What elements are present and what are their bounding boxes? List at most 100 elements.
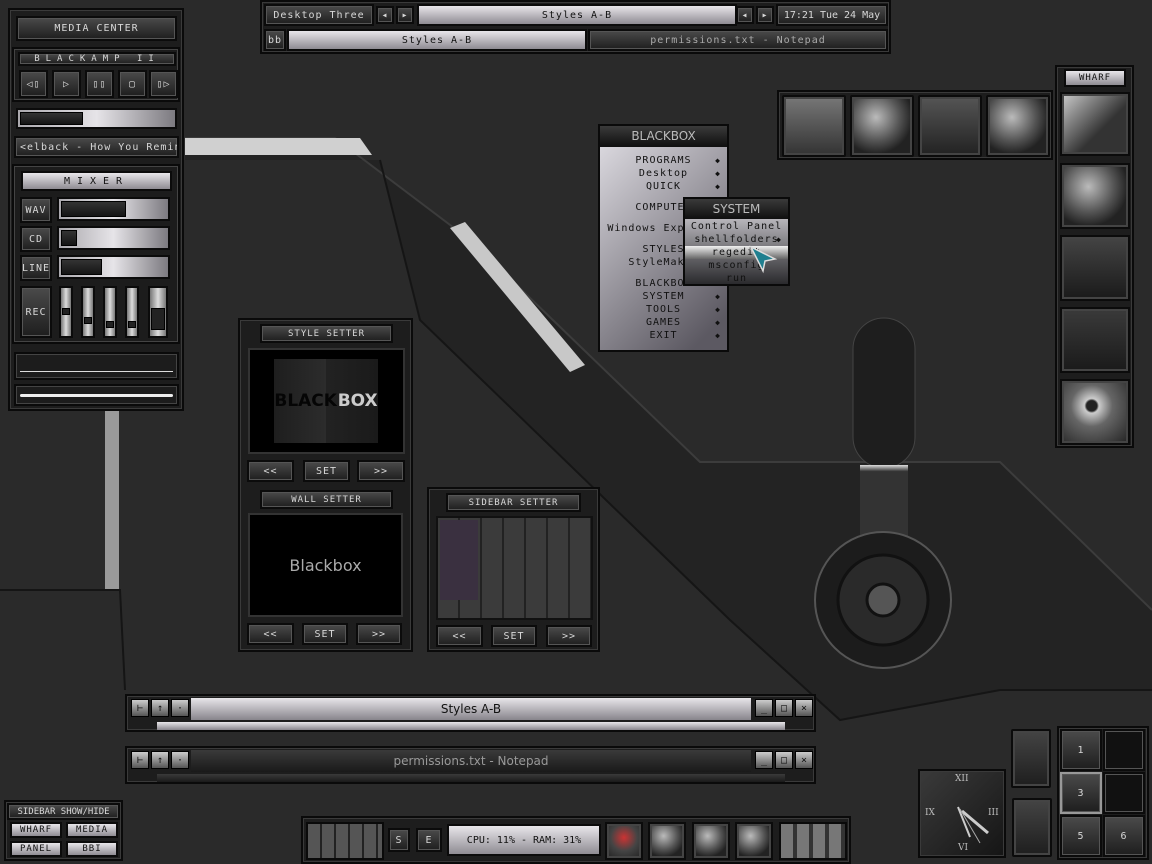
desktop-3[interactable]: 3 [1060,772,1102,814]
monitor-icon[interactable] [1060,92,1130,156]
menu-item-label: GAMES [645,317,682,328]
rec-slider[interactable] [148,286,168,338]
volume-bar[interactable] [14,384,179,406]
system-submenu: SYSTEM Control Panel shellfolders ◆ regedit… [683,197,790,286]
wall-prev-button[interactable]: << [247,623,294,645]
wharf: WHARF [1055,65,1134,448]
workspace-prev-icon[interactable]: ◂ [376,6,394,24]
panel-toggle-button[interactable]: PANEL [10,841,62,857]
document-pencil-icon[interactable] [782,95,846,157]
menu-item[interactable]: Desktop ◆ [600,167,727,180]
desktop-6[interactable]: 6 [1103,815,1145,857]
design-tools-icon[interactable] [1060,235,1130,301]
red-drive-icon[interactable] [605,822,643,860]
line-slider[interactable] [57,255,170,279]
window-menu-icon[interactable]: ⊢ [131,751,149,769]
wall-next-button[interactable]: >> [356,623,402,645]
disc-drive-icon[interactable] [1060,379,1130,445]
task-notepad[interactable]: permissions.txt - Notepad [588,29,888,51]
desktop-5[interactable]: 5 [1060,815,1102,857]
window-shade-icon[interactable]: ↑ [151,699,169,717]
sidebar-prev-button[interactable]: << [436,625,483,647]
wav-slider[interactable] [57,197,170,221]
stop-button[interactable]: ▢ [118,70,147,98]
recycle-bin-icon[interactable] [1011,729,1051,788]
s-button[interactable]: S [388,828,410,852]
workspace-label[interactable]: Desktop Three [264,4,374,26]
cd-icon[interactable] [986,95,1050,157]
gears-icon[interactable] [850,95,914,157]
menu-item-label: EXIT [649,330,678,341]
menu-item[interactable]: GAMES ◆ [600,316,727,329]
pause-button[interactable]: ▯▯ [85,70,114,98]
menu-item[interactable]: Control Panel [685,220,788,233]
desktop-4[interactable] [1103,772,1145,814]
maximize-icon[interactable]: □ [775,699,793,717]
menu-item[interactable]: QUICK ◆ [600,180,727,193]
drive-icon[interactable] [692,822,730,860]
minimize-icon[interactable]: _ [755,699,773,717]
window-menu-icon[interactable]: ⊢ [131,699,149,717]
maximize-icon[interactable]: □ [775,751,793,769]
window-shade-icon[interactable]: ↑ [151,751,169,769]
window-prev-icon[interactable]: ◂ [736,6,754,24]
style-prev-button[interactable]: << [247,460,294,482]
prev-button[interactable]: ◁▯ [19,70,48,98]
media-center-title[interactable]: MEDIA CENTER [16,16,177,41]
wharf-title[interactable]: WHARF [1064,69,1126,87]
window-stick-icon[interactable]: · [171,751,189,769]
globe-icon[interactable] [1060,163,1130,229]
wharf-toggle-button[interactable]: WHARF [10,822,62,838]
close-icon[interactable]: × [795,699,813,717]
window-title[interactable]: Styles A-B [191,698,751,720]
rec-slider[interactable] [59,286,73,338]
workspace-next-icon[interactable]: ▸ [396,6,414,24]
cd-slider[interactable] [57,226,170,250]
desktop-2[interactable] [1103,729,1145,771]
cd-level [61,230,78,246]
notepad-pencil-icon[interactable] [1060,307,1130,373]
next-button[interactable]: ▯▷ [149,70,178,98]
window-title[interactable]: permissions.txt - Notepad [191,750,751,772]
dial-icon[interactable] [735,822,773,860]
menu-item[interactable]: TOOLS ◆ [600,303,727,316]
menu-item[interactable]: EXIT ◆ [600,329,727,342]
tray-icons[interactable] [779,822,847,860]
style-set-button[interactable]: SET [303,460,350,482]
menu-item[interactable]: PROGRAMS ◆ [600,154,727,167]
window-stick-icon[interactable]: · [171,699,189,717]
wall-preview: Blackbox [248,513,403,617]
menu-item-label: QUICK [645,181,682,192]
menu-item[interactable]: SYSTEM ◆ [600,290,727,303]
desktop-1[interactable]: 1 [1060,729,1102,771]
e-button[interactable]: E [416,828,442,852]
window-handle[interactable] [157,774,785,782]
recycle-bin-icon[interactable] [1012,798,1052,857]
toolbar: Desktop Three ◂ ▸ Styles A-B ◂ ▸ 17:21 T… [260,0,891,54]
rec-slider[interactable] [81,286,95,338]
menu-item-label: Control Panel [690,221,783,232]
toolbar-clock[interactable]: 17:21 Tue 24 May [776,4,888,26]
window-next-icon[interactable]: ▸ [756,6,774,24]
minimize-icon[interactable]: _ [755,751,773,769]
mini-player-controls[interactable] [306,822,384,860]
task-styles[interactable]: Styles A-B [287,29,587,51]
bb-button[interactable]: bb [264,29,286,51]
close-icon[interactable]: × [795,751,813,769]
settings-dial-icon[interactable] [648,822,686,860]
rec-slider[interactable] [125,286,139,338]
window-handle[interactable] [157,722,785,730]
sidebar-set-button[interactable]: SET [491,625,537,647]
current-window-label[interactable]: Styles A-B [417,4,737,26]
wall-set-button[interactable]: SET [302,623,348,645]
video-camera-icon[interactable] [918,95,982,157]
seek-bar[interactable] [16,108,177,129]
cd-label: CD [20,226,52,252]
style-next-button[interactable]: >> [357,460,405,482]
media-toggle-button[interactable]: MEDIA [66,822,118,838]
style-setter-title: STYLE SETTER [260,324,393,343]
play-button[interactable]: ▷ [52,70,81,98]
rec-slider[interactable] [103,286,117,338]
sidebar-next-button[interactable]: >> [546,625,592,647]
bbi-toggle-button[interactable]: BBI [66,841,118,857]
